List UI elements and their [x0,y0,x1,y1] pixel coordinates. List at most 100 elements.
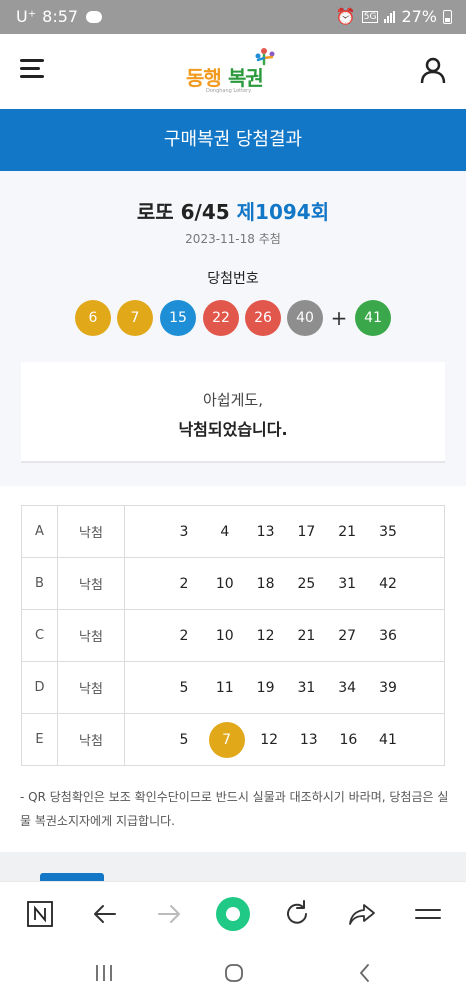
ticket-number: 12 [260,731,279,748]
table-row: A 낙첨 3 4 13 17 21 35 [21,505,445,558]
ticket-number: 42 [379,575,397,592]
battery-percent: 27% [401,7,437,26]
menu-icon[interactable] [410,896,446,932]
round-number: 제1094회 [236,200,330,224]
back-icon[interactable] [87,896,123,932]
ticket-number: 21 [297,627,316,644]
status-bar: U⁺ 8:57 ⏰ 5G 27% [0,0,466,34]
ticket-numbers-cell: 5 11 19 31 34 39 [124,661,445,714]
ticket-number: 39 [379,679,397,696]
back-chevron-icon[interactable] [353,961,377,985]
ticket-number: 13 [299,731,318,748]
ticket-number: 21 [338,523,357,540]
message-icon [86,10,103,23]
ticket-number: 5 [179,731,189,748]
ticket-number: 11 [215,679,234,696]
ticket-number: 10 [215,627,234,644]
ticket-key: E [21,713,58,766]
result-message-box: 아쉽게도, 낙첨되었습니다. [21,362,445,463]
table-row: C 낙첨 2 10 12 21 27 36 [21,609,445,662]
status-right: ⏰ 5G 27% [336,7,452,26]
ticket-number: 31 [297,679,316,696]
logo[interactable]: 동행 복권 Donghang Lottery [186,46,286,96]
winning-ball: 7 [117,300,153,336]
ticket-number: 12 [256,627,275,644]
ticket-status: 낙첨 [57,609,125,662]
ticket-number: 5 [179,679,189,696]
table-row: E 낙첨 5 7 12 13 16 41 [21,713,445,766]
recents-icon[interactable] [92,961,116,985]
ticket-number: 19 [256,679,275,696]
ticket-number: 13 [256,523,275,540]
round-heading: 로또 6/45 제1094회 [0,196,466,225]
home-icon[interactable] [215,896,251,932]
ticket-number: 36 [379,627,397,644]
n-icon[interactable] [22,896,58,932]
ticket-number: 34 [338,679,357,696]
winning-numbers-label: 당첨번호 [207,271,259,287]
user-icon[interactable] [419,56,447,84]
ticket-number: 10 [215,575,234,592]
ticket-numbers-cell: 2 10 12 21 27 36 [124,609,445,662]
ticket-key: B [21,557,58,610]
status-left: U⁺ 8:57 [16,7,103,26]
ticket-number: 16 [339,731,358,748]
ticket-numbers-cell: 5 7 12 13 16 41 [124,713,445,766]
ticket-number: 2 [179,627,189,644]
ticket-number: 27 [338,627,357,644]
winning-ball: 6 [75,300,111,336]
refresh-icon[interactable] [279,896,315,932]
ticket-key: D [21,661,58,714]
ticket-number: 17 [297,523,316,540]
ticket-number: 3 [179,523,189,540]
result-section: 로또 6/45 제1094회 2023-11-18 추첨 당첨번호 6 7 15… [0,171,466,486]
ticket-status: 낙첨 [57,505,125,558]
logo-text-primary: 동행 [186,66,222,90]
result-message-line1: 아쉽게도, [203,391,263,409]
logo-subtitle: Donghang Lottery [206,88,252,94]
menu-icon[interactable] [20,59,44,79]
battery-icon [443,9,452,24]
forward-icon[interactable] [151,896,187,932]
ticket-table: A 낙첨 3 4 13 17 21 35 B 낙첨 2 10 18 25 31 … [21,505,445,766]
page-title: 구매복권 당첨결과 [163,129,303,150]
home-circle-icon[interactable] [222,961,246,985]
ticket-number: 41 [379,731,397,748]
ticket-status: 낙첨 [57,713,125,766]
game-name: 로또 6/45 [136,200,230,224]
ticket-number: 25 [297,575,316,592]
ticket-status: 낙첨 [57,557,125,610]
clock: 8:57 [42,7,79,26]
ticket-number: 18 [256,575,275,592]
ticket-numbers-cell: 2 10 18 25 31 42 [124,557,445,610]
winning-ball: 15 [160,300,196,336]
system-nav-bar [0,945,466,1000]
bonus-ball: 41 [355,300,391,336]
winning-ball: 26 [245,300,281,336]
winning-ball: 22 [203,300,239,336]
alarm-icon: ⏰ [335,7,356,26]
app-header: 동행 복권 Donghang Lottery [0,34,466,109]
ticket-number: 2 [179,575,189,592]
browser-toolbar [0,881,466,945]
draw-date: 2023-11-18 추첨 [185,232,281,246]
plus-sign: + [330,306,348,330]
logo-mark-icon [255,48,275,66]
signal-icon [384,10,396,23]
ticket-key: C [21,609,58,662]
ticket-number: 31 [338,575,357,592]
ticket-key: A [21,505,58,558]
table-row: B 낙첨 2 10 18 25 31 42 [21,557,445,610]
qr-notice: - QR 당첨확인은 보조 확인수단이므로 반드시 실물과 대조하시기 바라며,… [20,790,449,828]
network-type: 5G [361,10,379,23]
ticket-status: 낙첨 [57,661,125,714]
ticket-number: 4 [220,523,230,540]
ticket-number-matched: 7 [208,721,245,758]
carrier-label: U⁺ [16,7,37,26]
share-icon[interactable] [344,896,380,932]
table-row: D 낙첨 5 11 19 31 34 39 [21,661,445,714]
page-title-bar: 구매복권 당첨결과 [0,109,466,171]
winning-ball: 40 [287,300,323,336]
ticket-number: 35 [379,523,397,540]
ticket-numbers-cell: 3 4 13 17 21 35 [124,505,445,558]
